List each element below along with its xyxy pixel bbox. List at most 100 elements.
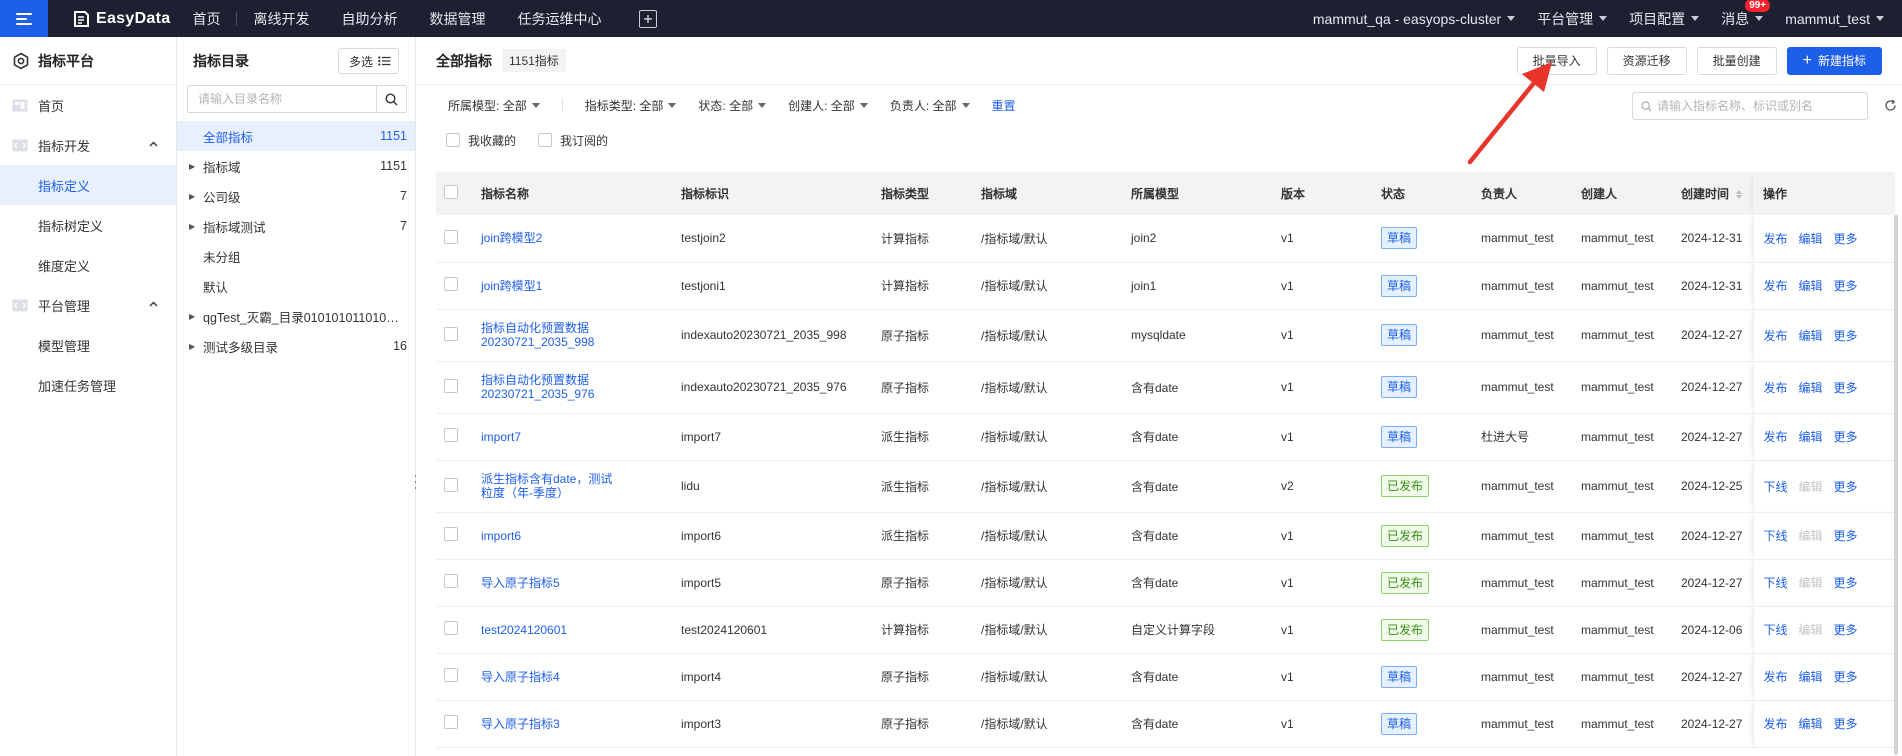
- table-row[interactable]: 导入原子指标4 import4 原子指标/指标域/默认 含有date v1 草稿 mammu…: [436, 653, 1895, 701]
- table-row[interactable]: 导入原子指标5 import5 原子指标/指标域/默认 含有date v1 已发布 mamm…: [436, 559, 1895, 607]
- my-subscribed-checkbox[interactable]: 我订阅的: [538, 132, 608, 149]
- primary-action-link[interactable]: 发布: [1764, 430, 1788, 444]
- nav-self-analysis[interactable]: 自助分析: [325, 9, 413, 29]
- more-action-link[interactable]: 更多: [1834, 529, 1858, 543]
- caret-right-icon[interactable]: ▶: [189, 162, 203, 171]
- more-action-link[interactable]: 更多: [1834, 480, 1858, 494]
- row-checkbox[interactable]: [444, 574, 458, 588]
- catalog-tree-item[interactable]: ▶ 公司级 7: [177, 181, 415, 211]
- catalog-tree-item[interactable]: ▶ 指标域测试 7: [177, 211, 415, 241]
- col-header-created-time[interactable]: 创建时间: [1671, 172, 1753, 215]
- catalog-tree-item[interactable]: 全部指标 1151: [177, 121, 415, 151]
- row-checkbox[interactable]: [444, 326, 458, 341]
- primary-action-link[interactable]: 发布: [1764, 279, 1788, 293]
- checkbox-box[interactable]: [538, 133, 553, 147]
- bulk-create-button[interactable]: 批量创建: [1696, 46, 1777, 75]
- platform-management-menu[interactable]: 平台管理: [1537, 9, 1608, 29]
- app-logo[interactable]: EasyData: [72, 10, 170, 28]
- messages-menu[interactable]: 消息 99+: [1721, 0, 1771, 29]
- row-checkbox[interactable]: [444, 668, 458, 682]
- table-row[interactable]: join跨模型2 testjoin2 计算指标/指标域/默认 join2 v1 草稿 mam…: [436, 215, 1895, 263]
- metric-name-link[interactable]: join跨模型2: [481, 231, 616, 245]
- row-checkbox[interactable]: [444, 277, 458, 291]
- edit-action-link[interactable]: 编辑: [1799, 329, 1823, 343]
- menu-toggle-button[interactable]: [0, 0, 48, 37]
- edit-action-link[interactable]: 编辑: [1799, 670, 1823, 684]
- metric-name-link[interactable]: import7: [481, 430, 616, 444]
- metric-name-link[interactable]: import6: [481, 529, 616, 543]
- row-checkbox[interactable]: [444, 477, 458, 492]
- table-scrollbar[interactable]: [1894, 215, 1898, 755]
- nav-offline-dev[interactable]: 离线开发: [237, 9, 325, 29]
- reset-filters-link[interactable]: 重置: [992, 97, 1016, 114]
- edit-action-link[interactable]: 编辑: [1799, 430, 1823, 444]
- caret-right-icon[interactable]: ▶: [189, 342, 203, 351]
- primary-action-link[interactable]: 下线: [1764, 623, 1788, 637]
- table-row[interactable]: join跨模型1 testjoni1 计算指标/指标域/默认 join1 v1 草稿 mam…: [436, 262, 1895, 310]
- primary-action-link[interactable]: 发布: [1764, 717, 1788, 731]
- nav-data-management[interactable]: 数据管理: [413, 9, 501, 29]
- filter-status[interactable]: 状态: 全部: [698, 97, 767, 114]
- metric-name-link[interactable]: 指标自动化预置数据 20230721_2035_976: [481, 373, 616, 401]
- table-row[interactable]: import7 import7 派生指标/指标域/默认 含有date v1 草稿 杜进大号 m…: [436, 413, 1895, 461]
- more-action-link[interactable]: 更多: [1834, 670, 1858, 684]
- sidebar-item-acceleration-tasks[interactable]: 加速任务管理: [0, 365, 176, 405]
- catalog-tree-item[interactable]: ▶ qgTest_灭霸_目录0101010110101...: [177, 301, 415, 331]
- resource-migrate-button[interactable]: 资源迁移: [1606, 46, 1687, 75]
- catalog-search-input[interactable]: [188, 86, 376, 112]
- add-app-icon[interactable]: [639, 9, 658, 28]
- table-row[interactable]: import6 import6 派生指标/指标域/默认 含有date v1 已发布 mamm…: [436, 512, 1895, 560]
- sort-icon[interactable]: [1736, 190, 1743, 200]
- more-action-link[interactable]: 更多: [1834, 279, 1858, 293]
- metric-name-link[interactable]: 导入原子指标3: [481, 717, 616, 731]
- new-metric-button[interactable]: + 新建指标: [1786, 46, 1882, 75]
- primary-action-link[interactable]: 下线: [1764, 480, 1788, 494]
- more-action-link[interactable]: 更多: [1834, 623, 1858, 637]
- primary-action-link[interactable]: 下线: [1764, 576, 1788, 590]
- row-checkbox[interactable]: [444, 715, 458, 729]
- cluster-selector[interactable]: mammut_qa - easyops-cluster: [1313, 11, 1516, 27]
- sidebar-group-platform-mgmt[interactable]: 平台管理: [0, 285, 176, 325]
- project-config-menu[interactable]: 项目配置: [1629, 9, 1700, 29]
- primary-action-link[interactable]: 发布: [1764, 670, 1788, 684]
- catalog-tree-item[interactable]: ▶ 指标域 1151: [177, 151, 415, 181]
- nav-home[interactable]: 首页: [176, 9, 236, 29]
- sidebar-item-metric-definition[interactable]: 指标定义: [0, 165, 176, 205]
- table-row[interactable]: 派生指标含有date，测试粒度（年-季度） lidu 派生指标/指标域/默认 含有da…: [436, 460, 1895, 513]
- sidebar-item-metric-tree[interactable]: 指标树定义: [0, 205, 176, 245]
- metric-name-link[interactable]: 导入原子指标5: [481, 576, 616, 590]
- table-row[interactable]: 指标自动化预置数据 20230721_2035_998 indexauto2023…: [436, 309, 1895, 362]
- metric-name-link[interactable]: test2024120601: [481, 623, 616, 637]
- catalog-tree-item[interactable]: 未分组: [177, 241, 415, 271]
- edit-action-link[interactable]: 编辑: [1799, 381, 1823, 395]
- catalog-search-button[interactable]: [376, 86, 406, 112]
- filter-metric-type[interactable]: 指标类型: 全部: [585, 97, 677, 114]
- metric-search-input[interactable]: [1657, 99, 1867, 113]
- table-row[interactable]: 指标自动化预置数据 20230721_2035_976 indexauto2023…: [436, 361, 1895, 414]
- more-action-link[interactable]: 更多: [1834, 717, 1858, 731]
- sidebar-item-home[interactable]: 首页: [0, 85, 176, 125]
- caret-right-icon[interactable]: ▶: [189, 312, 203, 321]
- more-action-link[interactable]: 更多: [1834, 232, 1858, 246]
- row-checkbox[interactable]: [444, 527, 458, 541]
- sidebar-item-dimension[interactable]: 维度定义: [0, 245, 176, 285]
- row-checkbox[interactable]: [444, 378, 458, 393]
- primary-action-link[interactable]: 发布: [1764, 381, 1788, 395]
- filter-owner[interactable]: 负责人: 全部: [890, 97, 970, 114]
- checkbox-box[interactable]: [446, 133, 460, 147]
- edit-action-link[interactable]: 编辑: [1799, 279, 1823, 293]
- refresh-icon[interactable]: [1884, 99, 1897, 112]
- catalog-tree-item[interactable]: ▶ 测试多级目录 16: [177, 331, 415, 361]
- edit-action-link[interactable]: 编辑: [1799, 232, 1823, 246]
- more-action-link[interactable]: 更多: [1834, 381, 1858, 395]
- table-row[interactable]: test2024120601 test2024120601 计算指标/指标域/默认自…: [436, 606, 1895, 654]
- metric-name-link[interactable]: 派生指标含有date，测试粒度（年-季度）: [481, 472, 616, 500]
- primary-action-link[interactable]: 下线: [1764, 529, 1788, 543]
- primary-action-link[interactable]: 发布: [1764, 232, 1788, 246]
- row-checkbox[interactable]: [444, 621, 458, 635]
- row-checkbox[interactable]: [444, 428, 458, 442]
- catalog-tree-item[interactable]: 默认: [177, 271, 415, 301]
- row-checkbox[interactable]: [444, 229, 458, 244]
- metric-name-link[interactable]: 指标自动化预置数据 20230721_2035_998: [481, 321, 616, 349]
- more-action-link[interactable]: 更多: [1834, 576, 1858, 590]
